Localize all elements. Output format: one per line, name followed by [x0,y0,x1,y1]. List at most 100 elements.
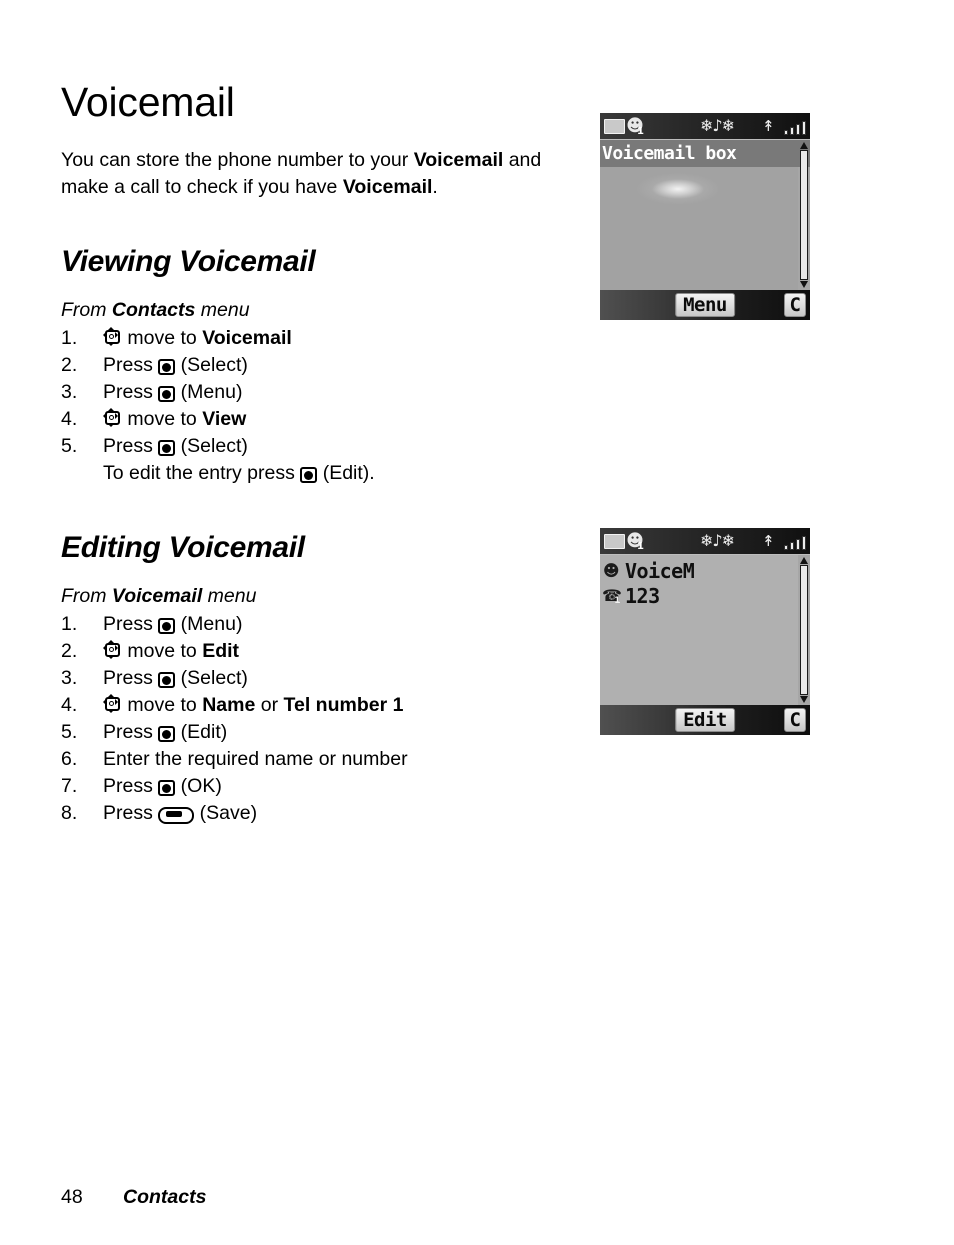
step-item: 6. Enter the required name or number [61,746,581,773]
step-text: (OK) [175,775,222,797]
from-line-viewing: From Contacts menu [61,299,581,322]
chapter-name: Contacts [123,1186,207,1208]
page-title: Voicemail [61,79,235,125]
from-suffix: menu [195,299,250,321]
scrollbar-track[interactable] [800,150,808,280]
step-number: 3. [61,667,78,689]
substep-text: To edit the entry press [103,462,301,484]
select-key-icon [300,466,318,483]
phonebook-icon: ☻ 1 [626,116,644,137]
step-item: 1. move to Voicemail [61,325,581,352]
step-item: 1. Press (Menu) [61,611,581,638]
select-key-icon [158,725,176,742]
step-text: (Menu) [175,613,243,635]
ringer-icon: ❄♪❄ [700,531,735,550]
signal-bars [784,119,806,135]
step-item: 3. Press (Select) [61,665,581,692]
phonebook-badge: 1 [637,126,644,137]
step-text: Press [103,354,159,376]
signal-icon: ↟ [762,532,806,551]
substep-text: (Edit). [317,462,375,484]
step-item: 8. Press (Save) [61,800,581,827]
step-item: 5. Press (Edit) [61,719,581,746]
signal-bars [784,534,806,550]
intro-bold-2: Voicemail [342,176,433,198]
phonebook-icon: ☻ 1 [626,531,644,552]
step-number: 1. [61,327,78,349]
intro-bold-1: Voicemail [413,149,504,171]
softkey-bar: Menu C [600,290,810,320]
step-number: 6. [61,748,78,770]
step-text: (Save) [194,802,258,824]
substep-edit-entry: To edit the entry press (Edit). [61,460,581,487]
select-key-icon [158,671,176,688]
page-footer: 48 Contacts [61,1186,661,1209]
step-text: Press [103,667,159,689]
nav-key-icon [103,327,122,347]
softkey-bar: Edit C [600,705,810,735]
softkey-clear[interactable]: C [784,708,806,732]
step-item: 4. move to View [61,406,581,433]
ringer-icon: ❄♪❄ [700,116,735,135]
from-suffix: menu [202,585,257,607]
nav-key-icon [103,640,122,660]
scroll-down-arrow-icon[interactable] [800,281,808,288]
screen-content-editing: ☻ VoiceM ☎ 1 123 [600,555,810,705]
list-item[interactable]: ☻ VoiceM [602,558,798,583]
from-menu-name: Voicemail [111,585,203,607]
list-item-label: 123 [625,583,660,608]
softkey-menu[interactable]: Menu [675,293,735,317]
intro-text-1: You can store the phone number to your [61,149,414,171]
step-target: View [202,408,247,430]
step-item: 4. move to Name or Tel number 1 [61,692,581,719]
steps-list-editing: 1. Press (Menu) 2. move to Edit 3. Press (… [61,611,581,827]
wallpaper-image [600,167,798,290]
step-text: move to [122,408,203,430]
step-target-alt: Tel number 1 [283,694,404,716]
page-number: 48 [61,1186,83,1208]
contact-detail-list: ☻ VoiceM ☎ 1 123 [600,555,798,705]
select-key-icon [158,358,176,375]
scrollbar-track[interactable] [800,565,808,695]
step-text: Press [103,435,159,457]
section-editing-voicemail: Editing Voicemail From Voicemail menu 1.… [61,531,581,827]
from-line-editing: From Voicemail menu [61,585,581,608]
step-text: Press [103,802,159,824]
step-number: 1. [61,613,78,635]
scroll-down-arrow-icon[interactable] [800,696,808,703]
contact-person-icon: ☻ [602,561,620,580]
step-text: Press [103,721,159,743]
step-item: 7. Press (OK) [61,773,581,800]
scrollbar[interactable] [799,141,809,289]
select-key-icon [158,617,176,634]
battery-icon [604,534,625,549]
status-bar: ☻ 1 ❄♪❄ ↟ [600,528,810,555]
intro-text-3: . [432,176,438,198]
step-number: 8. [61,802,78,824]
list-item[interactable]: ☎ 1 123 [602,583,798,608]
step-text: move to [122,640,203,662]
section-viewing-voicemail: Viewing Voicemail From Contacts menu 1. … [61,245,581,487]
from-menu-name: Contacts [111,299,196,321]
from-prefix: From [61,299,112,321]
section-heading-editing: Editing Voicemail [61,531,305,564]
step-text: (Select) [175,435,248,457]
antenna-icon: ↟ [762,532,775,550]
soft-key-icon [158,806,195,824]
step-text: move to [122,694,203,716]
screen-content-viewing: Voicemail box [600,140,810,290]
softkey-edit[interactable]: Edit [675,708,735,732]
scroll-up-arrow-icon[interactable] [800,557,808,564]
scroll-up-arrow-icon[interactable] [800,142,808,149]
step-item: 3. Press (Menu) [61,379,581,406]
signal-icon: ↟ [762,117,806,136]
step-text: move to [122,327,203,349]
select-key-icon [158,779,176,796]
status-bar: ☻ 1 ❄♪❄ ↟ [600,113,810,140]
phone-badge: 1 [614,596,620,606]
step-text: (Edit) [175,721,228,743]
scrollbar[interactable] [799,556,809,704]
step-text: (Select) [175,354,248,376]
step-item: 5. Press (Select) [61,433,581,460]
softkey-clear[interactable]: C [784,293,806,317]
